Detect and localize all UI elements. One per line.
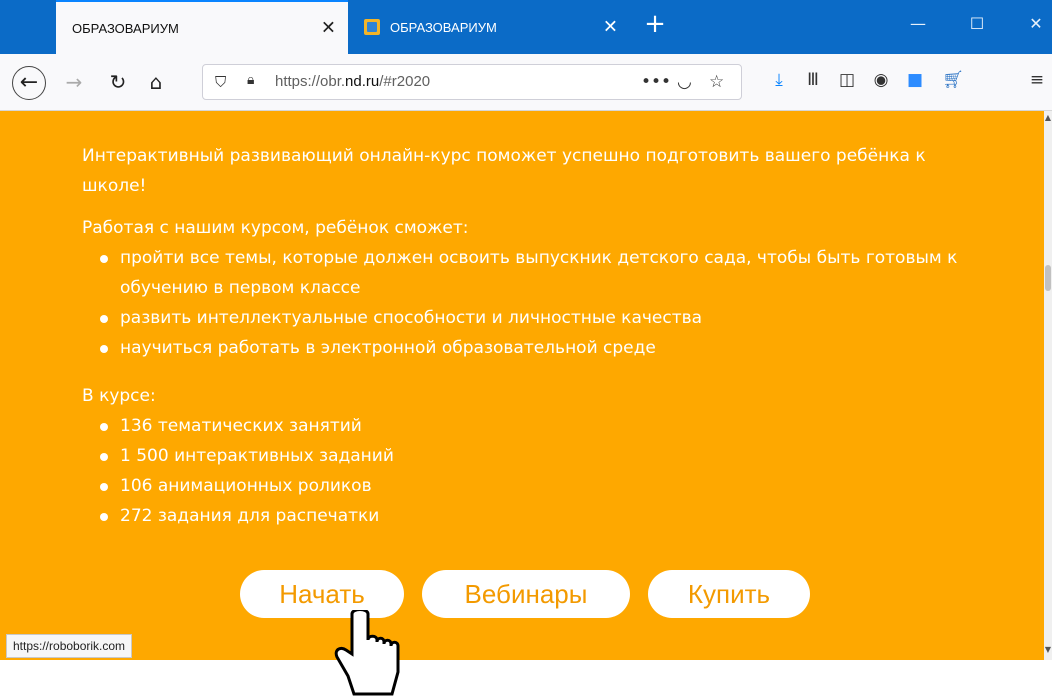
pocket-icon[interactable]: ◡	[677, 72, 692, 92]
buy-button[interactable]: Купить	[648, 570, 810, 618]
close-tab-icon[interactable]: ✕	[603, 17, 618, 38]
scroll-up-icon[interactable]: ▲	[1044, 113, 1052, 122]
webinars-button[interactable]: Вебинары	[422, 570, 630, 618]
tab-active[interactable]: ОБРАЗОВАРИУМ ✕	[56, 0, 348, 54]
sidebar-icon[interactable]: ◫	[834, 70, 860, 90]
page-actions-icon[interactable]: •••	[641, 72, 671, 92]
tab-title: ОБРАЗОВАРИУМ	[72, 20, 179, 36]
bookmark-star-icon[interactable]: ☆	[709, 72, 724, 92]
close-tab-icon[interactable]: ✕	[321, 18, 336, 39]
tab-inactive[interactable]: ОБРАЗОВАРИУМ ✕	[350, 0, 630, 54]
skills-heading: Работая с нашим курсом, ребёнок сможет:	[82, 218, 469, 238]
list-item: научиться работать в электронной образов…	[82, 333, 982, 363]
action-buttons: Начать Вебинары Купить	[0, 570, 1044, 618]
url-text[interactable]: https://obr.nd.ru/#r2020	[275, 73, 430, 90]
cart-extension-icon[interactable]: 🛒︎	[940, 70, 966, 90]
page-content: Интерактивный развивающий онлайн-курс по…	[0, 111, 1044, 660]
reload-button[interactable]: ↻	[104, 68, 132, 96]
close-window-icon[interactable]: ✕	[1022, 14, 1050, 33]
lock-icon[interactable]: 🔒︎	[247, 72, 254, 88]
scroll-down-icon[interactable]: ▼	[1044, 645, 1052, 654]
site-favicon-icon	[364, 19, 380, 35]
forward-button[interactable]: →	[60, 68, 88, 96]
list-item: 1 500 интерактивных заданий	[82, 441, 982, 471]
list-item: 272 задания для распечатки	[82, 501, 982, 531]
url-bar[interactable]: ⛉ 🔒︎ https://obr.nd.ru/#r2020 ••• ◡ ☆	[202, 64, 742, 100]
menu-icon[interactable]: ≡	[1024, 70, 1050, 90]
home-button[interactable]: ⌂	[142, 68, 170, 96]
status-link-tooltip: https://roboborik.com	[6, 634, 133, 658]
maximize-icon[interactable]: ☐	[963, 14, 991, 33]
list-item: 136 тематических занятий	[82, 411, 982, 441]
vertical-scrollbar[interactable]: ▲ ▼	[1044, 111, 1052, 660]
back-button[interactable]: ←	[12, 66, 46, 100]
minimize-icon[interactable]: —	[904, 14, 932, 33]
browser-window: ОБРАЗОВАРИУМ ✕ ОБРАЗОВАРИУМ ✕ + — ☐ ✕ ← …	[0, 0, 1052, 660]
course-description: Интерактивный развивающий онлайн-курс по…	[82, 141, 982, 531]
library-icon[interactable]: Ⅲ	[800, 70, 826, 90]
new-tab-button[interactable]: +	[640, 10, 670, 40]
downloads-icon[interactable]: ⤓	[766, 70, 792, 90]
navigation-bar: ← → ↻ ⌂ ⛉ 🔒︎ https://obr.nd.ru/#r2020 ••…	[0, 54, 1052, 111]
zoom-extension-icon[interactable]: ■	[902, 70, 928, 90]
list-item: пройти все темы, которые должен освоить …	[82, 243, 982, 303]
list-item: 106 анимационных роликов	[82, 471, 982, 501]
hand-pointer-icon	[334, 610, 400, 696]
tab-title: ОБРАЗОВАРИУМ	[390, 19, 497, 35]
scrollbar-thumb[interactable]	[1045, 265, 1051, 291]
list-item: развить интеллектуальные способности и л…	[82, 303, 982, 333]
intro-text: Интерактивный развивающий онлайн-курс по…	[82, 146, 926, 196]
course-heading: В курсе:	[82, 386, 156, 406]
account-icon[interactable]: ◉	[868, 70, 894, 90]
title-bar: ОБРАЗОВАРИУМ ✕ ОБРАЗОВАРИУМ ✕ + — ☐ ✕	[0, 0, 1052, 54]
tracking-shield-icon[interactable]: ⛉	[215, 73, 226, 91]
